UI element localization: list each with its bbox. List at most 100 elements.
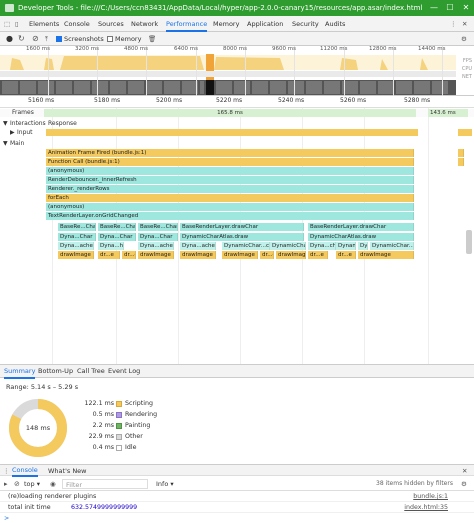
flame-bar[interactable]: Dyna...Char — [98, 233, 136, 241]
tab-security[interactable]: Security — [292, 16, 319, 32]
overview-tick: 11200 ms — [320, 46, 348, 52]
response-bar[interactable] — [458, 129, 472, 136]
trash-icon[interactable]: 🗑 — [148, 32, 156, 46]
flame-bar[interactable]: Animation Frame Fired (bundle.js:1) — [46, 149, 414, 157]
console-source-link[interactable]: index.html:35 — [404, 502, 448, 513]
screenshots-label: Screenshots — [64, 35, 104, 43]
flame-bar[interactable]: Dyna...Char — [58, 233, 96, 241]
tab-call-tree[interactable]: Call Tree — [77, 365, 105, 379]
legend-swatch — [116, 423, 122, 429]
tab-memory[interactable]: Memory — [213, 16, 239, 32]
response-bar[interactable] — [46, 129, 418, 136]
timeline-overview[interactable]: 1600 ms 3200 ms 4800 ms 6400 ms 8000 ms … — [0, 46, 474, 96]
flame-bar[interactable]: BaseRenderLayer.drawChar — [308, 223, 414, 231]
inspect-icon[interactable]: ⬚ — [4, 16, 10, 32]
tab-event-log[interactable]: Event Log — [108, 365, 140, 379]
flame-bar[interactable]: BaseRe...Char — [58, 223, 96, 231]
flame-bar[interactable]: Dyna...Char — [138, 233, 178, 241]
tab-application[interactable]: Application — [247, 16, 283, 32]
overview-graph — [0, 54, 456, 95]
flame-bar[interactable]: DynamicCharAtlas.draw — [180, 233, 304, 241]
tab-performance[interactable]: Performance — [166, 16, 208, 32]
flame-bar[interactable]: Dyna...ache — [138, 242, 174, 250]
flame-bar[interactable]: Dyna...che — [308, 242, 336, 250]
frame-block[interactable]: 165.8 ms — [44, 109, 416, 117]
device-toolbar-icon[interactable]: ▯ — [15, 16, 19, 32]
eye-icon[interactable]: ◉ — [50, 477, 56, 491]
flame-bar[interactable]: drawImage — [222, 251, 258, 259]
flame-bar[interactable]: forEach — [46, 194, 414, 202]
level-select[interactable]: Info ▾ — [156, 477, 174, 491]
expand-arrow-icon[interactable]: ▼ — [3, 140, 8, 147]
screenshots-checkbox[interactable]: Screenshots — [56, 32, 104, 46]
flame-bar[interactable]: Dy...he — [358, 242, 368, 250]
frame-block[interactable]: 143.6 ms — [428, 109, 468, 117]
flame-bar[interactable]: dr...e — [308, 251, 328, 259]
flame-bar[interactable]: (anonymous) — [46, 167, 414, 175]
tab-network[interactable]: Network — [131, 16, 158, 32]
record-icon[interactable]: ● — [6, 32, 13, 46]
performance-toolbar: ● ↻ ⊘ ⤒ Screenshots Memory 🗑 ⚙ — [0, 32, 474, 46]
flame-bar[interactable]: dr...e — [336, 251, 356, 259]
flame-bar[interactable]: dr...e — [260, 251, 274, 259]
reload-icon[interactable]: ↻ — [18, 32, 25, 46]
flame-bar[interactable]: Renderer._renderRows — [46, 185, 414, 193]
console-filter-input[interactable]: Filter — [62, 479, 148, 489]
flame-scrollbar[interactable] — [466, 230, 472, 254]
clear-icon[interactable]: ⊘ — [32, 32, 39, 46]
console-prompt[interactable]: > — [0, 513, 474, 523]
context-select[interactable]: top ▾ — [24, 477, 40, 491]
tab-elements[interactable]: Elements — [29, 16, 59, 32]
flame-bar[interactable]: DynamicChar...che — [222, 242, 270, 250]
flame-bar[interactable]: BaseRe...Char — [98, 223, 136, 231]
expand-arrow-icon[interactable]: ▼ — [3, 120, 8, 127]
load-profile-icon[interactable]: ⤒ — [45, 32, 48, 46]
flame-bar[interactable] — [458, 158, 464, 166]
flame-bar[interactable]: Dyna...ache — [58, 242, 94, 250]
console-message-value: 632.5749999999999 — [71, 504, 138, 511]
flame-bar[interactable]: Dyna...ache — [180, 242, 216, 250]
flame-bar[interactable]: drawImage — [138, 251, 174, 259]
clear-console-icon[interactable]: ⊘ — [14, 477, 20, 491]
flame-bar[interactable]: drawImage — [276, 251, 306, 259]
settings-gear-icon[interactable]: ⚙ — [461, 32, 467, 46]
close-drawer-icon[interactable]: ✕ — [462, 465, 467, 477]
tab-sources[interactable]: Sources — [98, 16, 124, 32]
more-icon[interactable]: ⋮ — [450, 16, 457, 32]
flame-bar[interactable]: DynamicCha...che — [336, 242, 356, 250]
drawer-menu-icon[interactable]: ⋮ — [3, 465, 10, 477]
flame-bar[interactable]: (anonymous) — [46, 203, 414, 211]
memory-checkbox[interactable]: Memory — [107, 32, 141, 46]
tab-whats-new[interactable]: What's New — [48, 465, 87, 477]
flame-bar[interactable]: drawImage — [358, 251, 414, 259]
legend-value: 2.2 ms — [92, 422, 114, 429]
flame-bar[interactable]: Function Call (bundle.js:1) — [46, 158, 414, 166]
flame-bar[interactable]: drawImage — [58, 251, 94, 259]
sidebar-toggle-icon[interactable]: ▸ — [4, 477, 8, 491]
flame-bar[interactable]: Dyna...he — [98, 242, 124, 250]
flame-bar[interactable]: dr...e — [98, 251, 120, 259]
console-source-link[interactable]: bundle.js:1 — [413, 491, 448, 502]
flame-bar[interactable]: TextRenderLayer.onGridChanged — [46, 212, 414, 220]
close-devtools-icon[interactable]: ✕ — [462, 16, 467, 32]
flame-bar[interactable]: drawImage — [180, 251, 216, 259]
flame-bar[interactable]: BaseRenderLayer.drawChar — [180, 223, 304, 231]
tab-summary[interactable]: Summary — [4, 365, 36, 379]
tab-console[interactable]: Console — [64, 16, 90, 32]
console-settings-gear-icon[interactable]: ⚙ — [461, 477, 467, 491]
tab-audits[interactable]: Audits — [325, 16, 345, 32]
flame-bar[interactable]: BaseRe...Char — [138, 223, 178, 231]
close-window-button[interactable]: ✕ — [458, 0, 474, 16]
flame-bar[interactable]: RenderDebouncer._innerRefresh — [46, 176, 414, 184]
flame-bar[interactable]: DynamicChar...Cache — [370, 242, 414, 250]
maximize-button[interactable]: ☐ — [442, 0, 458, 16]
collapse-arrow-icon[interactable]: ▶ — [10, 129, 15, 136]
flame-bar[interactable]: DynamicChar...omCache — [270, 242, 306, 250]
flame-bar[interactable] — [458, 149, 464, 157]
flame-bar[interactable]: dr...e — [122, 251, 136, 259]
flame-bar[interactable]: DynamicCharAtlas.draw — [308, 233, 414, 241]
tab-drawer-console[interactable]: Console — [12, 465, 38, 477]
tab-bottom-up[interactable]: Bottom-Up — [38, 365, 73, 379]
ruler-tick: 5200 ms — [156, 97, 183, 104]
minimize-button[interactable]: — — [426, 0, 442, 16]
